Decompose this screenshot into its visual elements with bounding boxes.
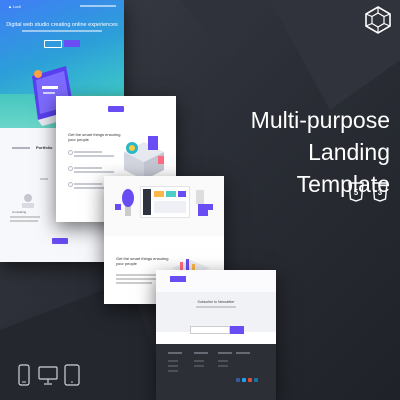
plant-illustration (122, 189, 134, 216)
list-item (74, 171, 114, 173)
hero-title: Digital web studio creating online exper… (6, 22, 118, 28)
hero-primary-button (64, 40, 80, 47)
features-title: Get the smart things ensuring your peopl… (68, 132, 121, 142)
newsletter-title: Subscribe to Newsletter (197, 300, 235, 304)
footer-link (218, 360, 228, 362)
isometric-illustration (124, 136, 164, 180)
section-title: Portfolio (36, 145, 53, 150)
list-item (74, 183, 102, 185)
text-line (10, 220, 38, 222)
feature-button (108, 106, 124, 112)
text-line (116, 274, 160, 276)
svg-text:5: 5 (354, 188, 359, 197)
text-line (196, 306, 236, 308)
footer-link (194, 365, 204, 367)
phone-icon (18, 364, 30, 386)
list-bullet (68, 166, 73, 171)
text-line (10, 216, 40, 218)
footer-heading (168, 352, 182, 354)
footer-link (168, 360, 178, 362)
footer-link (168, 370, 178, 372)
footer-heading (194, 352, 208, 354)
newsletter-submit-button (230, 326, 244, 334)
svg-text:3: 3 (378, 188, 383, 197)
text-line (116, 278, 156, 280)
dashboard-preview (140, 186, 190, 218)
twitter-icon (242, 378, 246, 382)
text-line (40, 178, 48, 180)
facebook-icon (236, 378, 240, 382)
footer-link (194, 360, 204, 362)
mockup-nav (80, 5, 116, 7)
desktop-icon (38, 366, 58, 385)
list-item (74, 151, 102, 153)
text-line (12, 147, 30, 149)
team-illustration (22, 194, 34, 208)
hero-subtitle (22, 30, 102, 32)
tablet-icon (64, 364, 80, 386)
css3-icon: 3 (372, 182, 388, 202)
feature-label: Consulting (12, 210, 27, 214)
footer-heading (236, 352, 250, 354)
footer-heading (218, 352, 232, 354)
top-button (170, 276, 186, 282)
list-bullet (68, 150, 73, 155)
list-item (74, 167, 102, 169)
features-title-2: Get the smart things ensuring your peopl… (116, 256, 169, 266)
text-line (116, 282, 152, 284)
list-item (74, 155, 114, 157)
linkedin-icon (254, 378, 258, 382)
headline-line-1: Multi-purpose (250, 107, 390, 133)
chair-illustration (196, 190, 208, 216)
cta-button (52, 238, 68, 244)
newsletter-input (190, 326, 230, 334)
footer-link (168, 365, 178, 367)
html5-icon: 5 (348, 182, 364, 202)
footer-link (218, 365, 228, 367)
list-bullet (68, 182, 73, 187)
google-icon (248, 378, 252, 382)
mockup-screen-newsletter: Subscribe to Newsletter (156, 270, 276, 400)
geometric-cube-logo-icon (365, 6, 391, 34)
mockup-logo: ▲ Lodi (8, 4, 21, 9)
hero-outline-button (44, 40, 62, 48)
